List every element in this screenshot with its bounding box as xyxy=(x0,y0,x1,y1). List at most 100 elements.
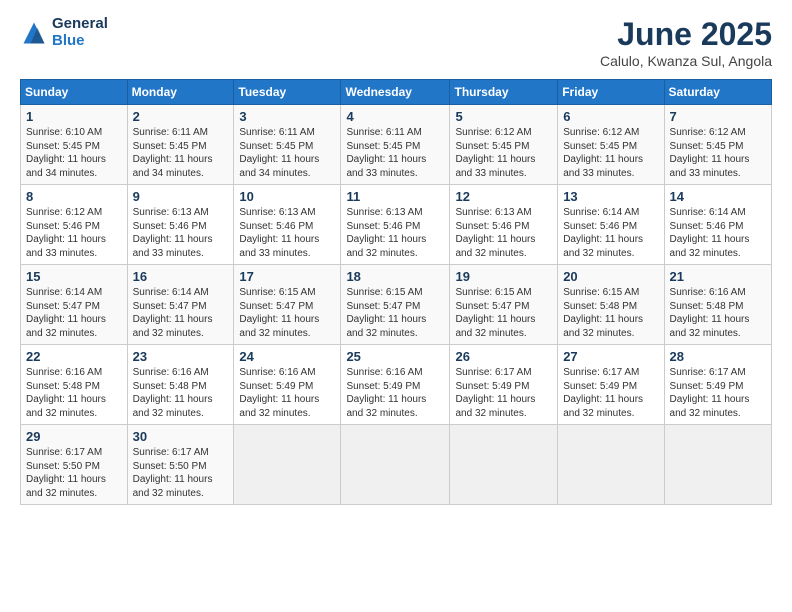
day-info: Sunrise: 6:14 AM Sunset: 5:46 PM Dayligh… xyxy=(563,206,658,260)
table-row: 10 Sunrise: 6:13 AM Sunset: 5:46 PM Dayli… xyxy=(234,185,341,265)
table-row: 1 Sunrise: 6:10 AM Sunset: 5:45 PM Daylig… xyxy=(21,105,128,185)
day-number: 23 xyxy=(133,349,229,364)
day-info: Sunrise: 6:10 AM Sunset: 5:45 PM Dayligh… xyxy=(26,126,122,180)
table-row xyxy=(664,425,771,505)
table-row: 27Sunrise: 6:17 AM Sunset: 5:49 PM Dayli… xyxy=(558,345,664,425)
day-number: 10 xyxy=(239,189,335,204)
col-saturday: Saturday xyxy=(664,80,771,105)
day-info: Sunrise: 6:15 AM Sunset: 5:47 PM Dayligh… xyxy=(455,286,552,340)
table-row: 22 Sunrise: 6:16 AM Sunset: 5:48 PM Dayli… xyxy=(21,345,128,425)
day-number: 22 xyxy=(26,349,122,364)
day-info: Sunrise: 6:17 AM Sunset: 5:49 PM Dayligh… xyxy=(455,366,552,420)
day-number: 13 xyxy=(563,189,658,204)
day-number: 12 xyxy=(455,189,552,204)
day-info: Sunrise: 6:14 AM Sunset: 5:46 PM Dayligh… xyxy=(670,206,766,260)
day-info: Sunrise: 6:15 AM Sunset: 5:47 PM Dayligh… xyxy=(346,286,444,340)
table-row: 30 Sunrise: 6:17 AM Sunset: 5:50 PM Dayli… xyxy=(127,425,234,505)
day-info: Sunrise: 6:14 AM Sunset: 5:47 PM Dayligh… xyxy=(133,286,229,340)
day-number: 5 xyxy=(455,109,552,124)
day-info: Sunrise: 6:12 AM Sunset: 5:46 PM Dayligh… xyxy=(26,206,122,260)
day-info: Sunrise: 6:15 AM Sunset: 5:47 PM Dayligh… xyxy=(239,286,335,340)
col-friday: Friday xyxy=(558,80,664,105)
day-info: Sunrise: 6:13 AM Sunset: 5:46 PM Dayligh… xyxy=(346,206,444,260)
calendar-week-5: 29 Sunrise: 6:17 AM Sunset: 5:50 PM Dayli… xyxy=(21,425,772,505)
table-row: 9Sunrise: 6:13 AM Sunset: 5:46 PM Daylig… xyxy=(127,185,234,265)
day-info: Sunrise: 6:13 AM Sunset: 5:46 PM Dayligh… xyxy=(455,206,552,260)
table-row: 12 Sunrise: 6:13 AM Sunset: 5:46 PM Dayli… xyxy=(450,185,558,265)
day-number: 3 xyxy=(239,109,335,124)
table-row: 28 Sunrise: 6:17 AM Sunset: 5:49 PM Dayli… xyxy=(664,345,771,425)
table-row: 25 Sunrise: 6:16 AM Sunset: 5:49 PM Dayli… xyxy=(341,345,450,425)
table-row: 11 Sunrise: 6:13 AM Sunset: 5:46 PM Dayli… xyxy=(341,185,450,265)
table-row: 4 Sunrise: 6:11 AM Sunset: 5:45 PM Daylig… xyxy=(341,105,450,185)
day-number: 29 xyxy=(26,429,122,444)
day-info: Sunrise: 6:11 AM Sunset: 5:45 PM Dayligh… xyxy=(239,126,335,180)
calendar-week-2: 8 Sunrise: 6:12 AM Sunset: 5:46 PM Daylig… xyxy=(21,185,772,265)
day-number: 16 xyxy=(133,269,229,284)
table-row: 24 Sunrise: 6:16 AM Sunset: 5:49 PM Dayli… xyxy=(234,345,341,425)
day-number: 6 xyxy=(563,109,658,124)
logo: General Blue xyxy=(20,16,108,49)
day-number: 2 xyxy=(133,109,229,124)
table-row: 29 Sunrise: 6:17 AM Sunset: 5:50 PM Dayli… xyxy=(21,425,128,505)
table-row: 14 Sunrise: 6:14 AM Sunset: 5:46 PM Dayli… xyxy=(664,185,771,265)
table-row: 6 Sunrise: 6:12 AM Sunset: 5:45 PM Daylig… xyxy=(558,105,664,185)
day-info: Sunrise: 6:14 AM Sunset: 5:47 PM Dayligh… xyxy=(26,286,122,340)
table-row: 3 Sunrise: 6:11 AM Sunset: 5:45 PM Daylig… xyxy=(234,105,341,185)
day-info: Sunrise: 6:16 AM Sunset: 5:48 PM Dayligh… xyxy=(133,366,229,420)
day-number: 17 xyxy=(239,269,335,284)
table-row: 17 Sunrise: 6:15 AM Sunset: 5:47 PM Dayli… xyxy=(234,265,341,345)
day-info: Sunrise: 6:12 AM Sunset: 5:45 PM Dayligh… xyxy=(563,126,658,180)
title-area: June 2025 Calulo, Kwanza Sul, Angola xyxy=(600,16,772,69)
table-row: 15 Sunrise: 6:14 AM Sunset: 5:47 PM Dayli… xyxy=(21,265,128,345)
day-number: 4 xyxy=(346,109,444,124)
table-row: 5Sunrise: 6:12 AM Sunset: 5:45 PM Daylig… xyxy=(450,105,558,185)
day-number: 28 xyxy=(670,349,766,364)
table-row: 20 Sunrise: 6:15 AM Sunset: 5:48 PM Dayli… xyxy=(558,265,664,345)
day-info: Sunrise: 6:13 AM Sunset: 5:46 PM Dayligh… xyxy=(133,206,229,260)
col-tuesday: Tuesday xyxy=(234,80,341,105)
col-wednesday: Wednesday xyxy=(341,80,450,105)
day-number: 11 xyxy=(346,189,444,204)
day-info: Sunrise: 6:16 AM Sunset: 5:48 PM Dayligh… xyxy=(670,286,766,340)
day-number: 7 xyxy=(670,109,766,124)
day-number: 15 xyxy=(26,269,122,284)
day-info: Sunrise: 6:17 AM Sunset: 5:50 PM Dayligh… xyxy=(26,446,122,500)
col-sunday: Sunday xyxy=(21,80,128,105)
day-info: Sunrise: 6:16 AM Sunset: 5:49 PM Dayligh… xyxy=(346,366,444,420)
day-info: Sunrise: 6:15 AM Sunset: 5:48 PM Dayligh… xyxy=(563,286,658,340)
calendar-table: Sunday Monday Tuesday Wednesday Thursday… xyxy=(20,79,772,505)
col-thursday: Thursday xyxy=(450,80,558,105)
table-row: 8 Sunrise: 6:12 AM Sunset: 5:46 PM Daylig… xyxy=(21,185,128,265)
day-number: 27 xyxy=(563,349,658,364)
day-number: 20 xyxy=(563,269,658,284)
table-row: 19 Sunrise: 6:15 AM Sunset: 5:47 PM Dayli… xyxy=(450,265,558,345)
day-info: Sunrise: 6:16 AM Sunset: 5:48 PM Dayligh… xyxy=(26,366,122,420)
day-info: Sunrise: 6:16 AM Sunset: 5:49 PM Dayligh… xyxy=(239,366,335,420)
table-row xyxy=(234,425,341,505)
calendar-title: June 2025 xyxy=(600,16,772,53)
day-info: Sunrise: 6:13 AM Sunset: 5:46 PM Dayligh… xyxy=(239,206,335,260)
day-number: 19 xyxy=(455,269,552,284)
header: General Blue June 2025 Calulo, Kwanza Su… xyxy=(20,16,772,69)
table-row: 21Sunrise: 6:16 AM Sunset: 5:48 PM Dayli… xyxy=(664,265,771,345)
calendar-week-1: 1 Sunrise: 6:10 AM Sunset: 5:45 PM Daylig… xyxy=(21,105,772,185)
logo-icon xyxy=(20,19,48,47)
day-number: 25 xyxy=(346,349,444,364)
table-row xyxy=(558,425,664,505)
calendar-week-3: 15 Sunrise: 6:14 AM Sunset: 5:47 PM Dayli… xyxy=(21,265,772,345)
table-row: 18Sunrise: 6:15 AM Sunset: 5:47 PM Dayli… xyxy=(341,265,450,345)
table-row: 16 Sunrise: 6:14 AM Sunset: 5:47 PM Dayli… xyxy=(127,265,234,345)
day-number: 30 xyxy=(133,429,229,444)
header-row: Sunday Monday Tuesday Wednesday Thursday… xyxy=(21,80,772,105)
table-row xyxy=(450,425,558,505)
day-info: Sunrise: 6:17 AM Sunset: 5:50 PM Dayligh… xyxy=(133,446,229,500)
table-row xyxy=(341,425,450,505)
day-number: 1 xyxy=(26,109,122,124)
day-info: Sunrise: 6:11 AM Sunset: 5:45 PM Dayligh… xyxy=(346,126,444,180)
day-info: Sunrise: 6:17 AM Sunset: 5:49 PM Dayligh… xyxy=(670,366,766,420)
day-number: 8 xyxy=(26,189,122,204)
logo-text: General Blue xyxy=(52,16,108,49)
day-number: 24 xyxy=(239,349,335,364)
day-number: 14 xyxy=(670,189,766,204)
